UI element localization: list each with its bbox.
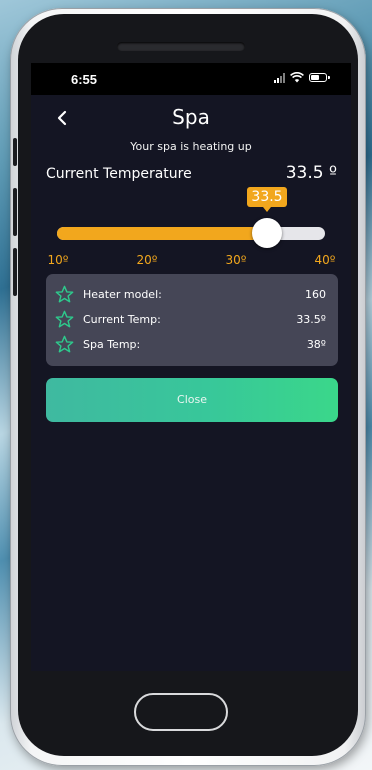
detail-label: Current Temp: xyxy=(83,313,161,326)
home-button[interactable] xyxy=(134,693,228,731)
status-bar: 6:55 xyxy=(31,63,351,95)
detail-label: Spa Temp: xyxy=(83,338,141,351)
status-icons xyxy=(274,72,330,83)
detail-value: 33.5º xyxy=(296,313,326,326)
detail-row-heater-model: Heater model: 160 xyxy=(46,284,338,306)
slider-tick-label: 30º xyxy=(225,253,247,267)
spa-details-card: Heater model: 160 Current Temp: 33.5º Sp… xyxy=(46,274,338,366)
star-outline-icon xyxy=(55,285,74,303)
page-title: Spa xyxy=(172,105,210,129)
close-button[interactable]: Close xyxy=(46,378,338,422)
temperature-slider-track[interactable] xyxy=(57,227,325,240)
temperature-slider-thumb[interactable] xyxy=(251,218,282,248)
slider-tick-label: 20º xyxy=(136,253,158,267)
volume-up-button xyxy=(13,188,17,236)
temperature-slider-fill xyxy=(57,227,267,240)
slider-scale: 10º 20º 30º 40º xyxy=(31,253,351,269)
current-temperature-label: Current Temperature xyxy=(46,166,192,182)
star-outline-icon xyxy=(55,335,74,353)
detail-row-spa-temp: Spa Temp: 38º xyxy=(46,334,338,356)
current-temperature-value: 33.5 º xyxy=(285,163,337,183)
battery-icon xyxy=(309,73,330,82)
volume-down-button xyxy=(13,248,17,296)
wifi-icon xyxy=(290,72,304,83)
slider-tick-label: 10º xyxy=(47,253,69,267)
signal-icon xyxy=(274,72,285,83)
detail-value: 38º xyxy=(306,338,326,351)
app-screen: 6:55 Spa Your spa is heating up Current … xyxy=(31,63,351,671)
slider-value-tooltip: 33.5 xyxy=(247,187,287,212)
page-subtitle: Your spa is heating up xyxy=(130,140,252,153)
star-outline-icon xyxy=(55,310,74,328)
detail-row-current-temp: Current Temp: 33.5º xyxy=(46,309,338,331)
detail-label: Heater model: xyxy=(83,288,162,301)
status-time: 6:55 xyxy=(71,72,98,87)
detail-value: 160 xyxy=(305,288,326,301)
slider-tick-label: 40º xyxy=(314,253,336,267)
mute-switch xyxy=(13,138,17,166)
earpiece-speaker xyxy=(117,42,245,51)
